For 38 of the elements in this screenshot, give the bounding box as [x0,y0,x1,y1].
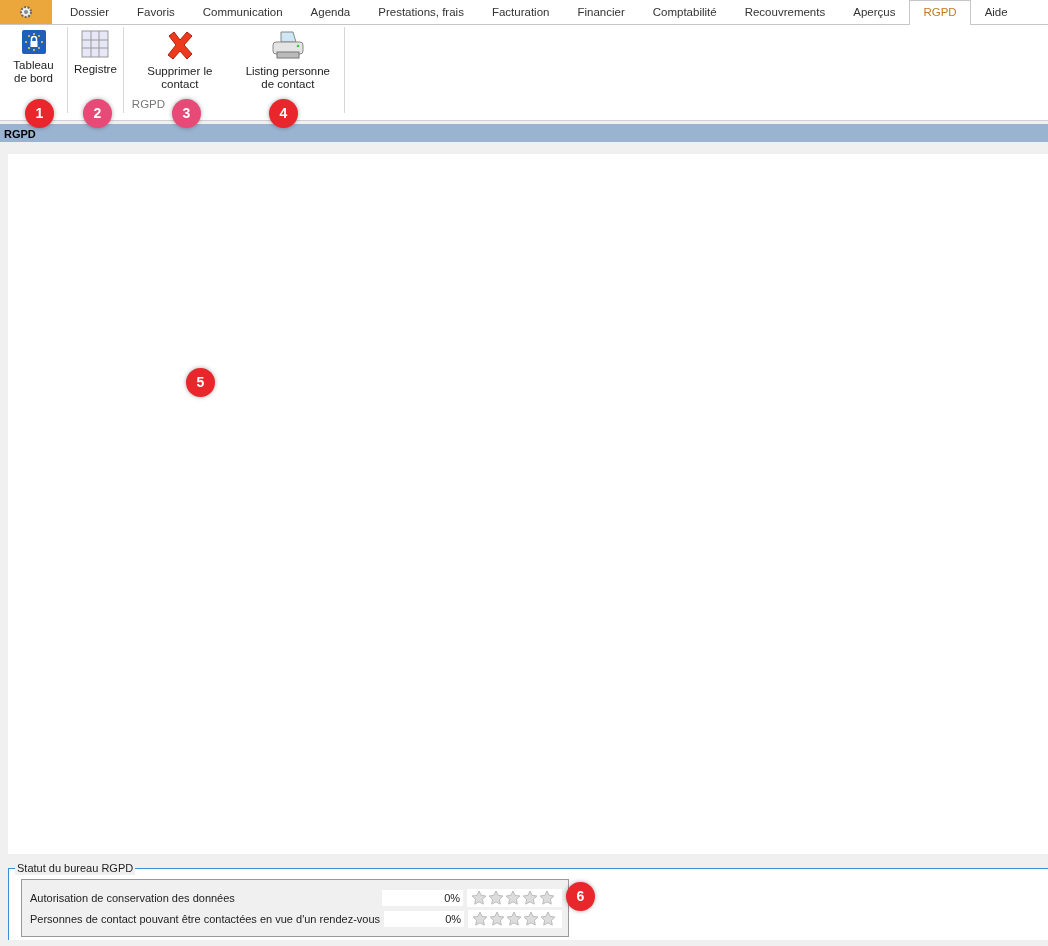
group-label: RGPD [131,96,166,112]
star-icon [471,890,488,906]
printer-icon [270,30,305,60]
status-label: Personnes de contact pouvant être contactées en vue d'un rendez-vous [30,911,381,927]
percent-value: 0% [382,889,464,907]
ribbon-tab[interactable]: Aperçus [839,0,910,25]
ribbon-tab[interactable]: Prestations, frais [364,0,478,25]
star-icon [472,911,489,927]
status-label: Autorisation de conservation des données [30,890,236,906]
ribbon-button[interactable]: Listing personne de contact [233,27,342,91]
ribbon-button[interactable]: Tableau de bord [2,27,65,85]
ribbon-tab[interactable]: Financier [563,0,639,25]
star-icon [523,911,540,927]
percent-value: 0% [384,910,465,928]
star-icon [506,911,523,927]
ribbon-tab[interactable]: Favoris [123,0,189,25]
ribbon-button[interactable]: Registre [70,27,121,76]
ribbon-tab[interactable]: Facturation [477,0,564,25]
group-title: Statut du bureau RGPD [15,861,136,875]
star-icon [522,890,539,906]
ribbon-tab[interactable]: Aide [970,0,1022,25]
star-icon [539,890,556,906]
star-icon [489,911,506,927]
panel-title: RGPD [0,124,1048,142]
ribbon-tab[interactable]: Agenda [296,0,365,25]
ribbon-button[interactable]: Supprimer le contact [125,27,234,91]
grid-icon [81,30,110,58]
star-icon [540,911,557,927]
gear-icon [19,5,33,19]
ribbon-tab[interactable]: RGPD [909,0,971,25]
star-icon [505,890,522,906]
ribbon-tab[interactable]: Dossier [56,0,123,25]
ribbon-tab[interactable]: Comptabilité [638,0,731,25]
star-icon [488,890,505,906]
app-menu-button[interactable] [0,0,52,24]
ribbon-tab[interactable]: Recouvrements [730,0,840,25]
ribbon-tab[interactable]: Communication [188,0,297,25]
lock-icon [21,30,46,54]
